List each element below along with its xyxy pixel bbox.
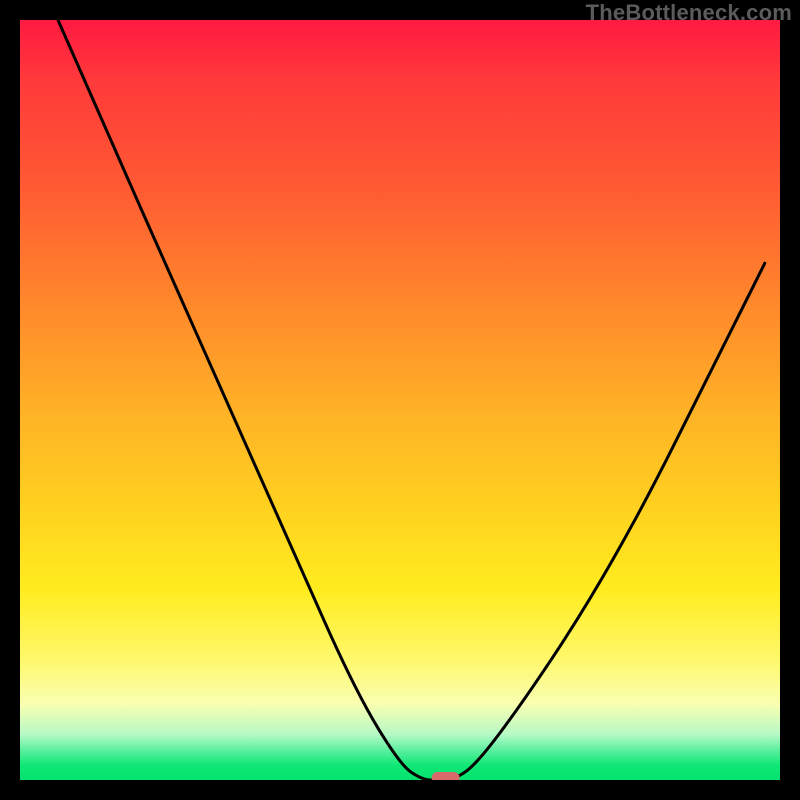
- plot-area: [20, 20, 780, 780]
- chart-container: TheBottleneck.com: [0, 0, 800, 800]
- chart-svg: [20, 20, 780, 780]
- min-marker: [432, 772, 460, 780]
- bottleneck-curve: [58, 20, 765, 780]
- watermark-label: TheBottleneck.com: [586, 0, 792, 26]
